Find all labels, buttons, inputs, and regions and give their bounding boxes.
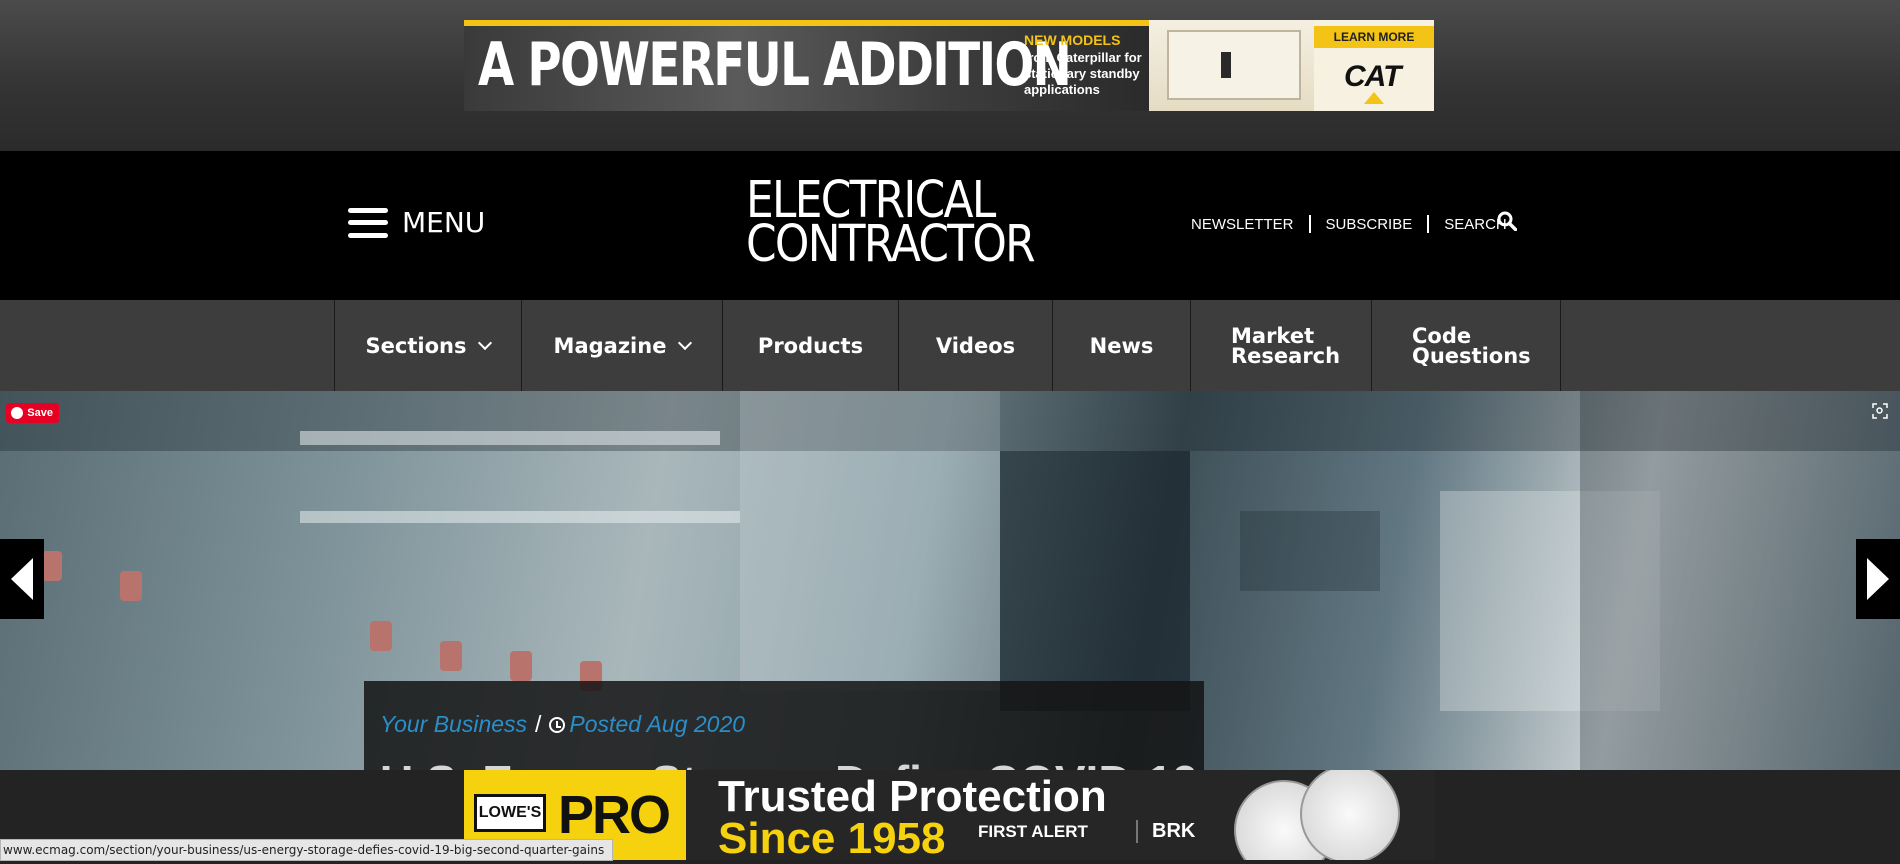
image-cap: [510, 651, 532, 681]
site-logo[interactable]: ELECTRICAL CONTRACTOR: [746, 175, 1036, 274]
nav-code-questions[interactable]: Code Questions: [1372, 300, 1561, 391]
image-cap: [120, 571, 142, 601]
generator-shape: [1167, 30, 1301, 100]
lowes-logo: LOWE'S: [474, 794, 546, 832]
subscribe-link[interactable]: SUBSCRIBE: [1326, 216, 1413, 233]
nav-label: Magazine: [553, 333, 667, 358]
posted-date: Posted Aug 2020: [569, 711, 746, 737]
ad-headline: A POWERFUL ADDITION: [478, 30, 1072, 100]
search-icon[interactable]: [1497, 211, 1517, 231]
ad-subtext: from Caterpillar for stationary standby …: [1024, 50, 1142, 97]
caterpillar-banner-ad[interactable]: A POWERFUL ADDITION NEW MODELS from Cate…: [464, 20, 1434, 111]
category-link[interactable]: Your Business: [380, 711, 527, 738]
first-alert-logo: FIRST ALERT: [978, 822, 1088, 841]
nav-sections[interactable]: Sections: [335, 300, 522, 391]
nav-news[interactable]: News: [1053, 300, 1191, 391]
top-ad-area: A POWERFUL ADDITION NEW MODELS from Cate…: [0, 0, 1900, 151]
meta-separator: /: [535, 711, 542, 737]
image-rack: [740, 391, 1000, 691]
pinterest-save-button[interactable]: Save: [6, 403, 59, 423]
main-nav: Sections Magazine Products Videos News M…: [0, 300, 1900, 391]
nav-products[interactable]: Products: [723, 300, 899, 391]
hamburger-icon: [348, 207, 388, 238]
smoke-detector-image: [1300, 770, 1400, 860]
status-bar-url: www.ecmag.com/section/your-business/us-e…: [0, 839, 614, 861]
generator-image: [1149, 20, 1314, 111]
image-cap: [370, 621, 392, 651]
learn-more-button[interactable]: LEARN MORE: [1314, 26, 1434, 48]
image-cap: [440, 641, 462, 671]
arrow-right-icon: [1867, 558, 1889, 600]
menu-button[interactable]: MENU: [348, 206, 485, 239]
cat-logo-triangle: [1364, 92, 1384, 104]
nav-label: Products: [757, 333, 864, 358]
cat-logo: CAT: [1344, 60, 1401, 93]
nav-market-research[interactable]: Market Research: [1191, 300, 1372, 391]
chevron-down-icon: [478, 335, 493, 350]
image-cabinet: [1000, 451, 1190, 711]
menu-label: MENU: [402, 206, 486, 239]
arrow-left-icon: [11, 558, 33, 600]
nav-label: Sections: [365, 333, 467, 358]
utility-links: NEWSLETTER SUBSCRIBE SEARCH: [1191, 215, 1507, 233]
nav-label: News: [1089, 333, 1154, 358]
nav-label: Videos: [935, 333, 1016, 358]
clock-icon: [549, 716, 566, 733]
divider: [1308, 215, 1311, 233]
site-header: MENU ELECTRICAL CONTRACTOR NEWSLETTER SU…: [0, 151, 1900, 300]
prev-slide-button[interactable]: [0, 539, 44, 619]
article-meta: Your Business / Posted Aug 2020: [380, 711, 745, 738]
image-shelf: [300, 431, 720, 445]
newsletter-link[interactable]: NEWSLETTER: [1191, 216, 1294, 233]
visual-search-icon[interactable]: [1872, 403, 1888, 419]
pro-label: PRO: [558, 785, 671, 845]
chevron-down-icon: [678, 335, 693, 350]
nav-label: Market Research: [1231, 323, 1341, 368]
image-shelf: [300, 511, 740, 523]
nav-label: Code Questions: [1412, 323, 1531, 368]
divider: [1427, 215, 1430, 233]
next-slide-button[interactable]: [1856, 539, 1900, 619]
nav-magazine[interactable]: Magazine: [522, 300, 723, 391]
brk-logo: BRK: [1136, 820, 1195, 843]
ad-subheadline: NEW MODELS: [1024, 32, 1121, 48]
nav-videos[interactable]: Videos: [899, 300, 1053, 391]
ad-subheadline: Since 1958: [718, 814, 946, 860]
image-cabinet: [1240, 511, 1380, 591]
logo-line-2: CONTRACTOR: [746, 215, 1036, 274]
